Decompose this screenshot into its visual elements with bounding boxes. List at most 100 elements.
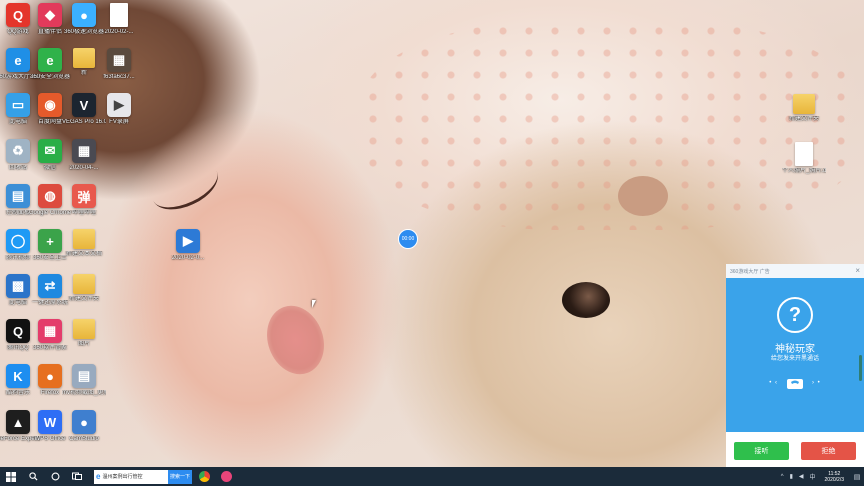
- desktop-icon-image: ●: [72, 3, 96, 27]
- desktop-icon-image: [73, 229, 95, 249]
- desktop-icon-image: ▶: [107, 93, 131, 117]
- taskbar-app-chrome[interactable]: [194, 467, 214, 486]
- cortana-icon[interactable]: [44, 467, 66, 486]
- accept-call-button[interactable]: 接听: [734, 442, 789, 460]
- task-view-icon[interactable]: [66, 467, 88, 486]
- desktop-icon-image: ▤: [72, 364, 96, 388]
- ie-icon: e: [96, 472, 101, 481]
- desktop-icon-image: [795, 142, 813, 166]
- desktop-icon-label: mv视频截图_更新: [62, 390, 106, 396]
- unknown-caller-icon: ?: [777, 297, 813, 333]
- left-dots: • ‹: [769, 380, 778, 386]
- desktop-icon-image: ◉: [38, 93, 62, 117]
- popup-footer: 接听 拒绝: [726, 432, 864, 467]
- desktop-icon-image: ✉: [38, 139, 62, 163]
- start-button[interactable]: [0, 467, 22, 486]
- recorder-icon: [220, 471, 232, 482]
- popup-side-handle[interactable]: [859, 355, 862, 381]
- desktop-icon-image: +: [38, 229, 62, 253]
- desktop-icon-label: 2020-02-0...: [171, 255, 205, 261]
- taskbar: e 温州案例出行管控 搜索一下 ^ ▮ ◀ 中 11:52 2020/2/3 ▤: [0, 467, 864, 486]
- desktop-icon-image: ▦: [38, 319, 62, 343]
- desktop-icon-image: [793, 94, 815, 114]
- desktop-icon[interactable]: ▦ 2020-04-...: [62, 139, 106, 172]
- wallpaper-bear-eye: [562, 282, 610, 318]
- input-method-icon[interactable]: 中: [807, 472, 819, 481]
- reject-call-button[interactable]: 拒绝: [801, 442, 856, 460]
- desktop-icon-label: CamStudio: [69, 436, 99, 442]
- wallpaper-lips: [257, 297, 334, 383]
- search-icon[interactable]: [22, 467, 44, 486]
- wallpaper-bear-ear: [618, 176, 668, 216]
- desktop-icon-image: Q: [6, 3, 30, 27]
- taskbar-app-recorder[interactable]: [216, 467, 236, 486]
- timer-bubble[interactable]: 00:00: [398, 229, 418, 249]
- caller-subtitle: 给您发来开黑通话: [770, 356, 819, 362]
- desktop-icon[interactable]: ▶ FV录屏: [97, 93, 141, 126]
- desktop-icon-image: e: [38, 48, 62, 72]
- desktop-icon[interactable]: 图片: [62, 319, 106, 348]
- desktop-icon-image: ◆: [38, 3, 62, 27]
- browser-search-box[interactable]: e 温州案例出行管控: [94, 469, 168, 484]
- desktop-icon-image: ⇄: [38, 274, 62, 298]
- desktop-icon-image: ▦: [72, 139, 96, 163]
- desktop-icon-image: [73, 319, 95, 339]
- desktop-icon[interactable]: ▶ 2020-02-0...: [166, 229, 210, 262]
- desktop-icon[interactable]: 新建文本文档: [62, 229, 106, 258]
- desktop-icon[interactable]: ▦ f63fa6c37...: [97, 48, 141, 81]
- desktop-icon-image: ▤: [6, 184, 30, 208]
- wallpaper-blanket: [360, 20, 860, 230]
- desktop-icon-label: 2020-02-...: [104, 29, 134, 35]
- desktop-icon-image: ▩: [6, 274, 30, 298]
- desktop-icon[interactable]: ▤ mv视频截图_更新: [62, 364, 106, 397]
- desktop-icon-image: ▶: [176, 229, 200, 253]
- desktop-icon-image: K: [6, 364, 30, 388]
- clock-date: 2020/2/3: [824, 476, 844, 483]
- desktop-icon-image: [110, 3, 128, 27]
- popup-title: 360游戏大厅 广告: [730, 268, 770, 275]
- notification-icon[interactable]: ▤: [850, 467, 864, 486]
- desktop-icon-image: Q: [6, 319, 30, 343]
- desktop-icon-image: ▦: [107, 48, 131, 72]
- desktop-icon-label: 新建文本文档: [65, 251, 102, 257]
- desktop-icon-image: ◍: [38, 184, 62, 208]
- chrome-icon: [198, 471, 210, 482]
- desktop-icon-image: W: [38, 410, 62, 434]
- desktop-icon-label: f63fa6c37...: [103, 74, 135, 80]
- desktop-icon-image: [73, 274, 95, 294]
- desktop-icon[interactable]: 新建文件夹: [62, 274, 106, 303]
- desktop-icon-image: [73, 48, 95, 68]
- desktop-icon[interactable]: ● CamStudio: [62, 410, 106, 443]
- desktop-icon-image: ●: [38, 364, 62, 388]
- desktop-icon-label: 2020-04-...: [69, 165, 99, 171]
- desktop-icon[interactable]: 个人照片_照片.docx: [782, 142, 826, 175]
- browser-search-input[interactable]: 温州案例出行管控: [102, 473, 142, 480]
- desktop-icon-image: e: [6, 48, 30, 72]
- desktop-icon-image: ▭: [6, 93, 30, 117]
- close-icon[interactable]: ×: [855, 267, 860, 275]
- network-icon[interactable]: ▮: [787, 473, 796, 480]
- desktop-icon-label: 哔哩哔哩: [71, 210, 96, 216]
- desktop-icon-image: 弹: [72, 184, 96, 208]
- desktop-icon[interactable]: 弹哔哩哔哩: [62, 184, 106, 217]
- ringing-indicator: • ‹ › •: [726, 374, 864, 392]
- system-tray: ^ ▮ ◀ 中 11:52 2020/2/3 ▤: [778, 467, 864, 486]
- mouse-cursor: [312, 300, 316, 308]
- desktop-icon[interactable]: 2020-02-...: [97, 3, 141, 36]
- wallpaper-eyelid: [144, 153, 226, 219]
- desktop-icon-image: V: [72, 93, 96, 117]
- phone-icon: [782, 374, 808, 392]
- desktop-icon[interactable]: 新建文件夹: [782, 94, 826, 123]
- desktop-icon-label: 新建文件夹: [68, 296, 99, 302]
- desktop-icon-label: 个人照片_照片.docx: [782, 168, 826, 174]
- windows-icon: [6, 471, 16, 482]
- browser-search-button[interactable]: 搜索一下: [168, 469, 192, 484]
- popup-header: 360游戏大厅 广告 ×: [726, 264, 864, 278]
- desktop-icon-label: 图片: [77, 341, 90, 347]
- desktop-icon-label: 新建文件夹: [788, 116, 819, 122]
- tray-show-hidden-icon[interactable]: ^: [778, 474, 787, 480]
- volume-icon[interactable]: ◀: [796, 473, 807, 480]
- desktop-icon-label: FV录屏: [109, 119, 129, 125]
- desktop-icon-image: ▲: [6, 410, 30, 434]
- clock[interactable]: 11:52 2020/2/3: [819, 471, 850, 483]
